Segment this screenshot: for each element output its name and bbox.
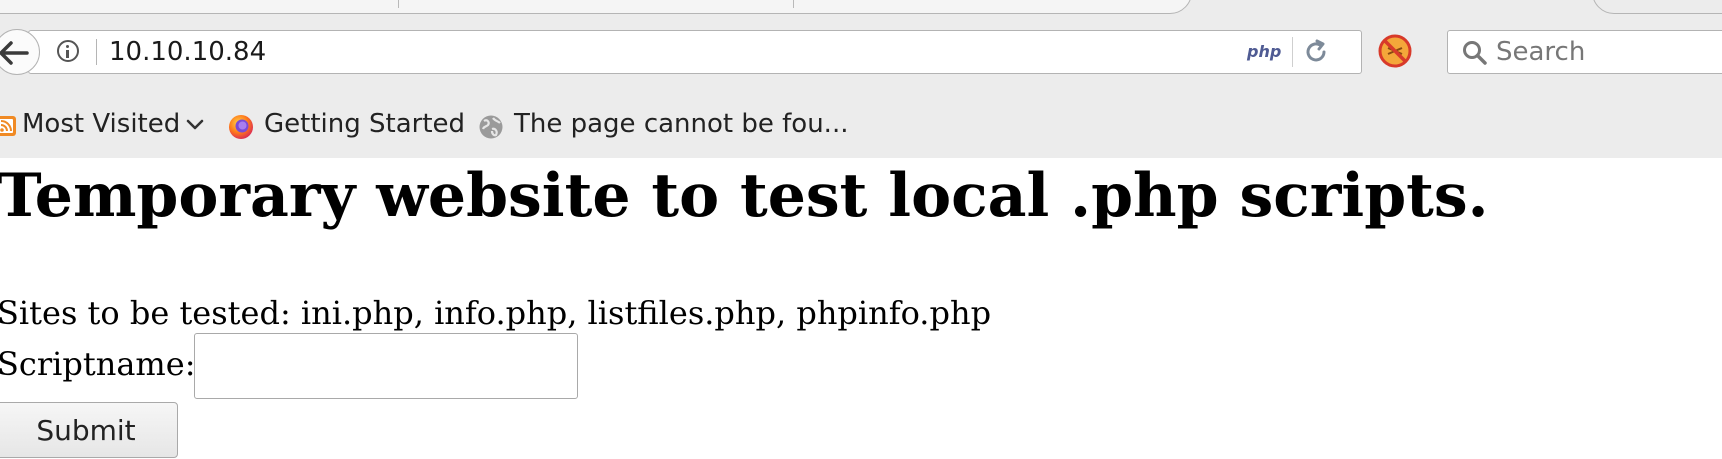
browser-chrome: 10.10.10.84 php Most Visited xyxy=(0,0,1722,159)
scriptname-label: Scriptname: xyxy=(0,345,196,383)
url-separator xyxy=(96,39,97,65)
sites-to-test-text: Sites to be tested: ini.php, info.php, l… xyxy=(0,294,992,332)
reload-icon[interactable] xyxy=(1303,39,1329,65)
globe-icon xyxy=(479,115,503,139)
tab-separator xyxy=(398,0,399,8)
tab-active[interactable] xyxy=(0,0,1192,14)
firefox-icon xyxy=(229,115,253,139)
url-text[interactable]: 10.10.10.84 xyxy=(109,37,266,67)
bookmark-most-visited[interactable]: Most Visited xyxy=(0,104,210,144)
url-separator xyxy=(1292,37,1293,67)
submit-button[interactable]: Submit xyxy=(0,402,178,458)
chevron-down-icon xyxy=(186,119,204,130)
tab-strip xyxy=(0,0,1722,14)
bookmark-label: Getting Started xyxy=(264,109,466,139)
tab-separator xyxy=(793,0,794,8)
page-heading: Temporary website to test local .php scr… xyxy=(0,161,1489,231)
site-info-icon[interactable] xyxy=(57,40,79,62)
search-bar[interactable] xyxy=(1447,30,1722,74)
back-arrow-icon xyxy=(0,41,29,65)
bookmark-label: Most Visited xyxy=(22,109,181,139)
url-bar[interactable]: 10.10.10.84 php xyxy=(28,30,1362,74)
bookmark-getting-started[interactable]: Getting Started xyxy=(228,104,466,144)
noscript-icon[interactable] xyxy=(1376,32,1414,70)
search-input[interactable] xyxy=(1496,35,1722,69)
php-badge[interactable]: php xyxy=(1247,43,1281,61)
bookmark-page-cannot-be-found[interactable]: The page cannot be fou... xyxy=(478,104,848,144)
search-icon xyxy=(1463,41,1487,65)
bookmarks-bar: Most Visited Getting Started The page ca… xyxy=(0,104,1722,144)
tab-other[interactable] xyxy=(1592,0,1722,14)
page-content: Temporary website to test local .php scr… xyxy=(0,158,1722,458)
scriptname-input[interactable] xyxy=(194,333,578,399)
rss-feed-icon xyxy=(0,116,16,136)
bookmark-label: The page cannot be fou... xyxy=(514,109,849,139)
